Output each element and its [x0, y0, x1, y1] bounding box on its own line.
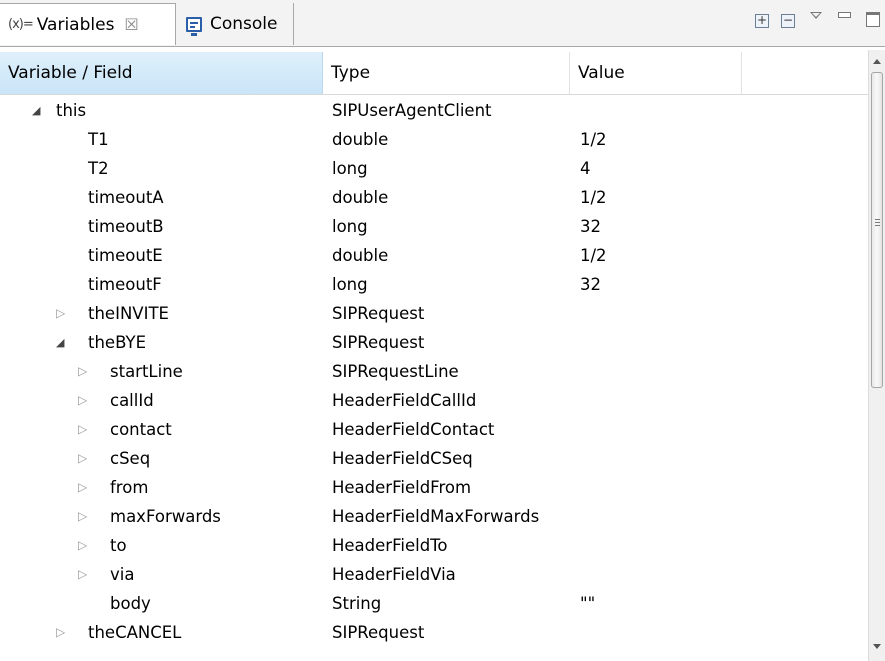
minimize-icon[interactable]	[838, 12, 851, 18]
variable-name: body	[110, 594, 151, 613]
tree-row[interactable]: timeoutA double 1/2	[0, 183, 868, 212]
expanded-triangle-icon[interactable]: ◢	[56, 328, 64, 357]
scroll-up-icon[interactable]	[873, 59, 881, 64]
column-header: Variable / Field Type Value	[0, 52, 868, 95]
tab-console-label: Console	[210, 14, 278, 34]
column-header-variable[interactable]: Variable / Field	[0, 52, 323, 94]
variable-type: HeaderFieldCSeq	[332, 449, 473, 468]
variable-type: SIPUserAgentClient	[332, 101, 492, 120]
tree-row[interactable]: ▷ theCANCEL SIPRequest	[0, 618, 868, 647]
variable-name: theBYE	[88, 333, 146, 352]
tree-row[interactable]: body String ""	[0, 589, 868, 618]
expanded-triangle-icon[interactable]: ◢	[32, 96, 40, 125]
tree-row[interactable]: ▷ callId HeaderFieldCallId	[0, 386, 868, 415]
collapsed-triangle-icon[interactable]: ▷	[78, 502, 87, 531]
variable-type: SIPRequest	[332, 304, 425, 323]
close-icon[interactable]: ☒	[124, 15, 138, 34]
variable-value: 4	[580, 159, 591, 178]
column-header-value[interactable]: Value	[570, 52, 742, 94]
variable-type: double	[332, 246, 389, 265]
expand-all-button[interactable]: +	[755, 14, 769, 28]
variable-type: SIPRequest	[332, 333, 425, 352]
variable-name: timeoutA	[88, 188, 164, 207]
variable-value: 1/2	[580, 130, 607, 149]
variable-name: this	[56, 101, 87, 120]
variable-type: HeaderFieldVia	[332, 565, 456, 584]
tab-variables-label: Variables	[36, 14, 115, 35]
tree-row[interactable]: ▷ theINVITE SIPRequest	[0, 299, 868, 328]
variable-name: callId	[110, 391, 154, 410]
variable-name: via	[110, 565, 135, 584]
tree-row[interactable]: ▷ from HeaderFieldFrom	[0, 473, 868, 502]
tree-row[interactable]: timeoutE double 1/2	[0, 241, 868, 270]
variable-name: timeoutE	[88, 246, 163, 265]
tab-variables[interactable]: (x)= Variables ☒	[0, 3, 176, 45]
vertical-scrollbar[interactable]	[868, 50, 885, 661]
variable-type: long	[332, 159, 368, 178]
variable-type: HeaderFieldMaxForwards	[332, 507, 540, 526]
chevron-down-icon[interactable]	[810, 12, 822, 19]
variable-value: 32	[580, 275, 601, 294]
console-icon	[186, 16, 202, 36]
tree-row[interactable]: ▷ contact HeaderFieldContact	[0, 415, 868, 444]
collapsed-triangle-icon[interactable]: ▷	[78, 473, 87, 502]
variable-name: from	[110, 478, 149, 497]
collapsed-triangle-icon[interactable]: ▷	[78, 386, 87, 415]
variable-type: SIPRequest	[332, 623, 425, 642]
variable-value: 32	[580, 217, 601, 236]
variable-name: to	[110, 536, 127, 555]
tree-row[interactable]: ▷ via HeaderFieldVia	[0, 560, 868, 589]
variable-value: 1/2	[580, 188, 607, 207]
column-header-type[interactable]: Type	[323, 52, 570, 94]
variable-name: cSeq	[110, 449, 151, 468]
variable-type: HeaderFieldFrom	[332, 478, 472, 497]
variable-type: HeaderFieldCallId	[332, 391, 477, 410]
variable-name: startLine	[110, 362, 183, 381]
tree-row[interactable]: ◢ this SIPUserAgentClient	[0, 96, 868, 125]
variable-name: theINVITE	[88, 304, 169, 323]
collapsed-triangle-icon[interactable]: ▷	[78, 415, 87, 444]
tree-row[interactable]: timeoutF long 32	[0, 270, 868, 299]
tree-row[interactable]: ▷ maxForwards HeaderFieldMaxForwards	[0, 502, 868, 531]
maximize-icon[interactable]	[866, 12, 880, 27]
variable-type: long	[332, 217, 368, 236]
scroll-thumb[interactable]	[871, 72, 883, 388]
collapsed-triangle-icon[interactable]: ▷	[78, 357, 87, 386]
tab-console[interactable]: Console	[176, 3, 294, 45]
collapsed-triangle-icon[interactable]: ▷	[78, 531, 87, 560]
tree-row[interactable]: ▷ startLine SIPRequestLine	[0, 357, 868, 386]
variable-type: String	[332, 594, 382, 613]
variable-type: HeaderFieldContact	[332, 420, 495, 439]
variable-value: ""	[580, 594, 596, 613]
collapsed-triangle-icon[interactable]: ▷	[78, 444, 87, 473]
variables-icon: (x)=	[8, 17, 34, 32]
variable-name: T1	[88, 130, 109, 149]
variable-value: 1/2	[580, 246, 607, 265]
variable-type: HeaderFieldTo	[332, 536, 448, 555]
variable-name: timeoutB	[88, 217, 164, 236]
scroll-down-icon[interactable]	[873, 644, 881, 649]
variable-type: double	[332, 188, 389, 207]
collapsed-triangle-icon[interactable]: ▷	[56, 618, 65, 647]
tree-row[interactable]: ◢ theBYE SIPRequest	[0, 328, 868, 357]
variable-type: double	[332, 130, 389, 149]
tree-row[interactable]: T2 long 4	[0, 154, 868, 183]
variable-name: theCANCEL	[88, 623, 182, 642]
view-tab-bar: (x)= Variables ☒ Console + −	[0, 0, 885, 47]
tree-row[interactable]: ▷ to HeaderFieldTo	[0, 531, 868, 560]
variable-name: timeoutF	[88, 275, 162, 294]
collapse-all-button[interactable]: −	[781, 14, 795, 28]
collapsed-triangle-icon[interactable]: ▷	[78, 560, 87, 589]
tree-row[interactable]: ▷ cSeq HeaderFieldCSeq	[0, 444, 868, 473]
variable-type: SIPRequestLine	[332, 362, 459, 381]
collapsed-triangle-icon[interactable]: ▷	[56, 299, 65, 328]
variable-name: contact	[110, 420, 172, 439]
variable-name: maxForwards	[110, 507, 221, 526]
tree-row[interactable]: timeoutB long 32	[0, 212, 868, 241]
variable-type: long	[332, 275, 368, 294]
variable-name: T2	[88, 159, 109, 178]
tree-row[interactable]: T1 double 1/2	[0, 125, 868, 154]
